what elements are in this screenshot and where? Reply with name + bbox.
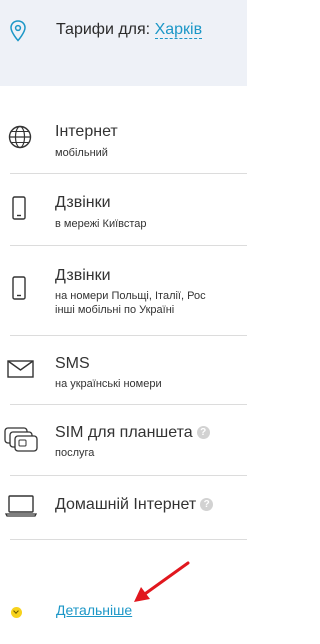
menu-item-title-text: Домашній Інтернет [55,496,197,513]
chevron-down-icon[interactable] [11,607,22,618]
menu-item-home-internet[interactable]: Домашній Інтернет? [0,476,247,540]
divider [10,539,247,540]
menu-item-title: Домашній Інтернет? [55,496,214,514]
menu-item-subtitle-line2: інші мобільні по Україні [55,304,175,316]
laptop-icon [5,495,37,517]
menu-item-title: SMS [55,355,90,372]
menu-item-subtitle: в мережі Київстар [55,218,147,230]
phone-icon [12,276,26,300]
details-row: Детальніше [0,596,247,626]
help-icon[interactable]: ? [196,426,210,439]
tariff-region-text: Тарифи для: Харків [56,21,203,39]
location-pin-icon [10,20,26,42]
menu-item-subtitle: мобільний [55,147,108,159]
menu-item-mobile-internet[interactable]: Інтернет мобільний [0,104,247,174]
menu-item-sim-tablet[interactable]: SIM для планшета? послуга [0,405,247,476]
menu-item-title: Дзвінки [55,194,111,211]
menu-item-title-text: SIM для планшета [55,424,193,441]
globe-icon [8,125,32,149]
menu-item-calls-international[interactable]: Дзвінки на номери Польщі, Італії, Рос ін… [0,246,247,336]
phone-icon [12,196,26,220]
menu-item-subtitle-line1: на номери Польщі, Італії, Рос [55,290,206,302]
tariffs-label: Тарифи для: [56,21,151,38]
menu-item-title: Інтернет [55,123,118,140]
menu-item-subtitle: на українські номери [55,378,162,390]
envelope-icon [7,360,34,378]
tariff-region-header: Тарифи для: Харків [0,0,247,86]
menu-item-sms[interactable]: SMS на українські номери [0,336,247,405]
menu-item-subtitle: послуга [55,447,95,459]
sim-cards-icon [4,427,38,452]
menu-item-title: Дзвінки [55,267,111,284]
help-icon[interactable]: ? [200,498,214,511]
menu-item-title: SIM для планшета? [55,424,210,442]
services-menu: Інтернет мобільний Дзвінки в мережі Київ… [0,104,247,540]
menu-item-calls-kyivstar[interactable]: Дзвінки в мережі Київстар [0,174,247,246]
city-selector-link[interactable]: Харків [154,21,203,39]
details-link[interactable]: Детальніше [56,602,132,618]
